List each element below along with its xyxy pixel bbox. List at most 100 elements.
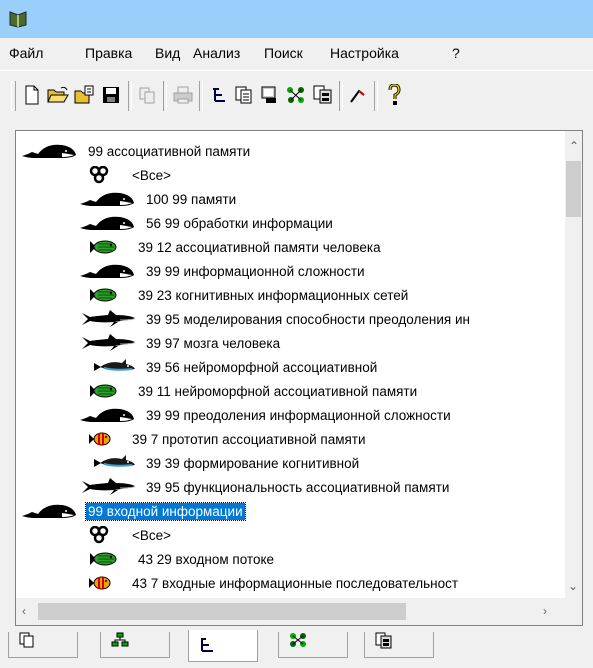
whale-icon: [22, 500, 78, 522]
app-icon: [9, 11, 27, 28]
scroll-up-icon[interactable]: ⌃: [569, 139, 579, 153]
dolphin-icon: [80, 356, 136, 378]
tree-node-label: 39 99 информационной сложности: [146, 263, 365, 279]
tree-node-label: 39 56 нейроморфной ассоциативной: [146, 359, 378, 375]
copy-icon: [139, 87, 155, 104]
tab-network[interactable]: [278, 632, 348, 658]
tree-node[interactable]: 99 ассоциативной памяти: [22, 139, 252, 163]
fish-orange-icon: [80, 428, 118, 450]
menu-search[interactable]: Поиск: [264, 45, 303, 61]
graph-button[interactable]: [346, 81, 370, 109]
open-folder-icon: [47, 86, 69, 103]
scroll-right-icon[interactable]: ›: [543, 604, 547, 618]
scroll-down-icon[interactable]: ⌄: [568, 579, 578, 593]
fish-green-icon: [80, 548, 126, 570]
toolbar-grip[interactable]: [11, 81, 16, 111]
menu-view[interactable]: Вид: [155, 45, 180, 61]
tree-node-label: <Все>: [132, 527, 172, 543]
tree-node-label: 43 7 входные информационные последовател…: [132, 575, 459, 591]
horizontal-scrollbar[interactable]: ‹ ›: [16, 598, 565, 625]
hierarchy-tab-icon: [111, 632, 129, 647]
vertical-scroll-thumb[interactable]: [566, 161, 581, 217]
tab-documents[interactable]: [8, 632, 78, 658]
open-database-icon: [74, 85, 94, 104]
new-document-icon: [25, 85, 39, 105]
tab-tree[interactable]: [188, 630, 258, 662]
tree-node[interactable]: 39 23 когнитивных информационных сетей: [80, 283, 410, 307]
tree-node[interactable]: 39 95 моделирования способности преодоле…: [80, 307, 472, 331]
menu-edit[interactable]: Правка: [85, 45, 132, 61]
fish-orange-icon: [80, 572, 118, 594]
tree-node[interactable]: 100 99 памяти: [80, 187, 238, 211]
tree-node[interactable]: 39 99 преодоления информационной сложнос…: [80, 403, 453, 427]
network-button[interactable]: [284, 81, 308, 109]
menu-file[interactable]: Файл: [9, 45, 43, 61]
save-icon: [103, 87, 119, 103]
toolbar-separator: [199, 81, 203, 111]
whale-icon: [80, 212, 136, 234]
tree-node[interactable]: 39 99 информационной сложности: [80, 259, 367, 283]
whale-icon: [22, 140, 78, 162]
tab-report[interactable]: [364, 632, 434, 658]
menu-settings[interactable]: Настройка: [330, 45, 399, 61]
document-list-icon: [235, 86, 252, 104]
documents-tab-icon: [19, 632, 34, 648]
tree-node-label: 100 99 памяти: [146, 191, 237, 207]
monitor-button[interactable]: [258, 81, 282, 109]
tree-node[interactable]: 39 11 нейроморфной ассоциативной памяти: [80, 379, 419, 403]
print-button[interactable]: [171, 81, 195, 109]
copy-button[interactable]: [135, 81, 159, 109]
vertical-scrollbar[interactable]: ⌃ ⌄: [565, 131, 582, 598]
tree-icon: [213, 88, 225, 102]
tree-node[interactable]: 56 99 обработки информации: [80, 211, 335, 235]
tree-node[interactable]: 43 7 входные информационные последовател…: [80, 571, 460, 595]
shark-icon: [80, 476, 136, 498]
network-icon: [287, 87, 304, 103]
tree-tab-icon: [201, 638, 213, 652]
scrollbar-corner: [565, 598, 582, 625]
help-icon: [388, 84, 401, 105]
new-document-button[interactable]: [20, 81, 44, 109]
report-icon: [313, 85, 332, 104]
tree-node-label: 39 95 функциональность ассоциативной пам…: [146, 479, 450, 495]
tree-node[interactable]: 43 29 входном потоке: [80, 547, 276, 571]
scroll-left-icon[interactable]: ‹: [22, 604, 26, 618]
tree-node[interactable]: 39 56 нейроморфной ассоциативной: [80, 355, 379, 379]
horizontal-scroll-thumb[interactable]: [38, 603, 406, 620]
monitor-icon: [261, 86, 276, 103]
tree-button[interactable]: [207, 81, 231, 109]
tree-node[interactable]: 39 97 мозга человека: [80, 331, 282, 355]
tree-node[interactable]: 39 7 прототип ассоциативной памяти: [80, 427, 368, 451]
shark-icon: [80, 332, 136, 354]
tree-node-label: 39 99 преодоления информационной сложнос…: [146, 407, 451, 423]
tree-node-label: <Все>: [132, 167, 172, 183]
toolbar-separator: [163, 81, 167, 111]
tree-node[interactable]: 39 39 формирование когнитивной: [80, 451, 361, 475]
report-button[interactable]: [311, 81, 335, 109]
title-bar: [0, 0, 593, 38]
tree-node[interactable]: 39 95 функциональность ассоциативной пам…: [80, 475, 451, 499]
menu-analysis[interactable]: Анализ: [193, 45, 240, 61]
tree-view[interactable]: 99 ассоциативной памяти <Все> 100 99 памят…: [16, 131, 565, 598]
open-database-button[interactable]: [72, 81, 96, 109]
help-button[interactable]: [382, 81, 406, 109]
fish-green-icon: [80, 380, 126, 402]
whale-icon: [80, 188, 136, 210]
tree-node[interactable]: <Все>: [80, 163, 173, 187]
tree-node-label: 43 29 входном потоке: [138, 551, 275, 567]
graph-icon: [350, 89, 365, 103]
tree-node-label: 39 7 прототип ассоциативной памяти: [132, 431, 366, 447]
print-icon: [173, 86, 193, 104]
tab-hierarchy[interactable]: [100, 632, 170, 658]
document-list-button[interactable]: [232, 81, 256, 109]
tree-panel: 99 ассоциативной памяти <Все> 100 99 памят…: [15, 130, 583, 626]
save-button[interactable]: [99, 81, 123, 109]
tree-node[interactable]: 99 входной информации: [22, 499, 246, 523]
tree-node[interactable]: <Все>: [80, 523, 173, 547]
tree-node[interactable]: 39 12 ассоциативной памяти человека: [80, 235, 383, 259]
links-icon: [80, 524, 118, 546]
menu-help[interactable]: ?: [452, 45, 460, 61]
toolbar-separator: [339, 81, 343, 111]
open-folder-button[interactable]: [46, 81, 70, 109]
tree-node-label: 56 99 обработки информации: [146, 215, 333, 231]
